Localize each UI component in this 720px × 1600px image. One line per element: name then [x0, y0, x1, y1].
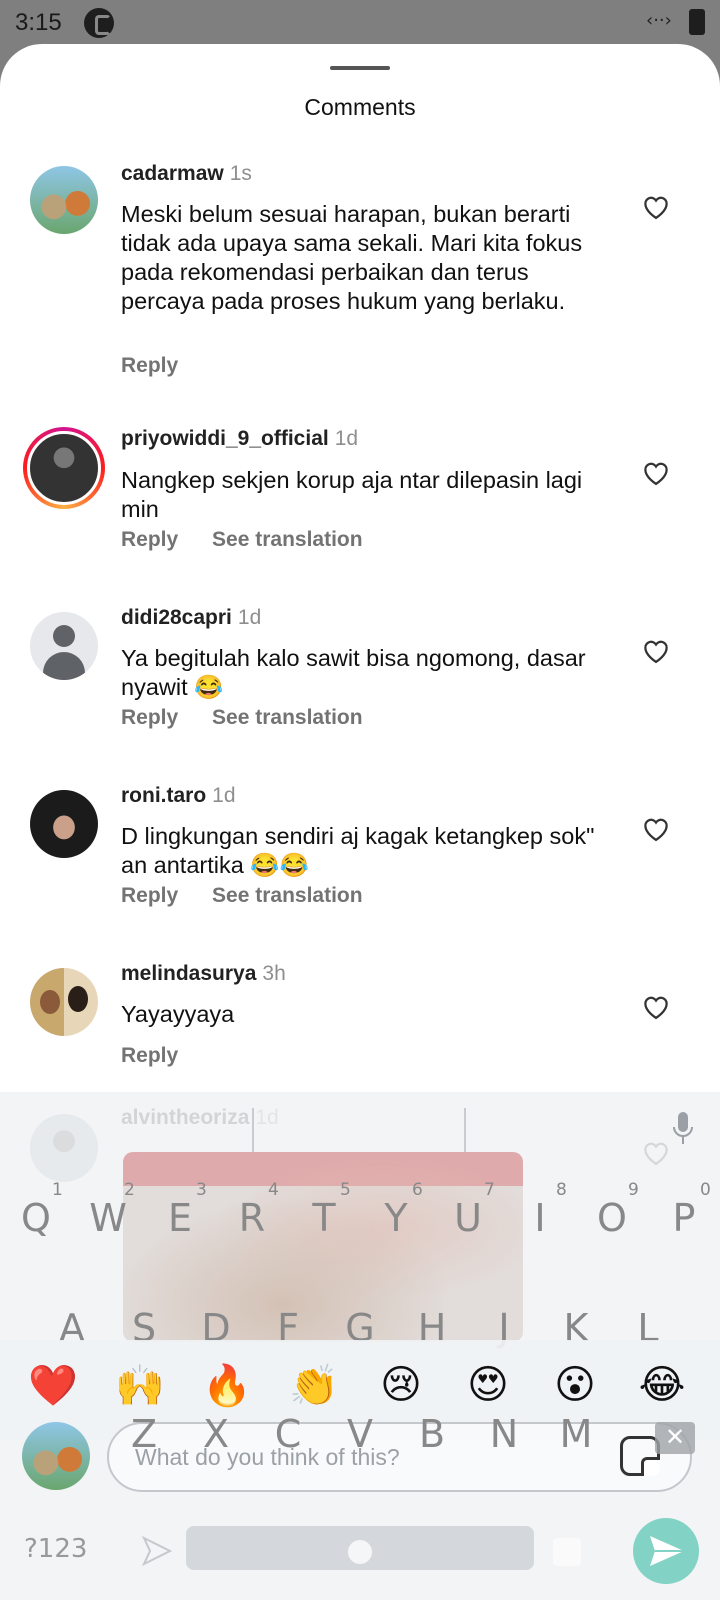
key-y[interactable]: Y	[366, 1196, 426, 1240]
heart-icon[interactable]	[641, 192, 671, 220]
key-r[interactable]: R	[222, 1196, 282, 1240]
avatar[interactable]	[23, 427, 105, 509]
comment-text: Ya begitulah kalo sawit bisa ngomong, da…	[121, 645, 586, 700]
comment-text: Nangkep sekjen korup aja ntar dilepasin …	[121, 467, 583, 522]
see-translation-button[interactable]: See translation	[212, 706, 363, 729]
emoji-heart-button[interactable]: ❤️	[25, 1362, 81, 1409]
emoji-fire-button[interactable]: 🔥	[199, 1362, 255, 1409]
comment-meta: priyowiddi_9_official 1d	[121, 427, 358, 451]
key-c[interactable]: C	[258, 1412, 318, 1456]
send-button[interactable]	[633, 1518, 699, 1584]
reply-button[interactable]: Reply	[121, 884, 178, 907]
key-u[interactable]: U	[438, 1196, 498, 1240]
reply-button[interactable]: Reply	[121, 706, 178, 729]
space-key[interactable]	[186, 1526, 534, 1570]
comment-username[interactable]: roni.taro	[121, 784, 206, 807]
comment-time: 3h	[262, 962, 286, 985]
my-avatar	[22, 1422, 90, 1490]
key-p[interactable]: P	[654, 1196, 714, 1240]
comment-meta: roni.taro 1d	[121, 784, 236, 808]
avatar[interactable]	[30, 968, 98, 1036]
backspace-key[interactable]: ✕	[655, 1422, 695, 1454]
key-i[interactable]: I	[510, 1196, 570, 1240]
key-n[interactable]: N	[474, 1412, 534, 1456]
comment-meta: cadarmaw 1s	[121, 162, 252, 186]
emoji-crying-button[interactable]: 😢	[373, 1362, 429, 1408]
emoji-heart-eyes-button[interactable]: 😍	[460, 1362, 516, 1408]
battery-icon	[689, 9, 705, 35]
comment-text: D lingkungan sendiri aj kagak ketangkep …	[121, 823, 595, 878]
comment-time: 1d	[237, 606, 262, 629]
comment-username[interactable]: priyowiddi_9_official	[121, 427, 329, 450]
keyboard-divider	[252, 1108, 254, 1152]
drag-handle[interactable]	[330, 66, 390, 70]
comment-text: Yayayyaya	[121, 1001, 235, 1027]
comment-actions: Reply See translation	[121, 884, 391, 908]
sheet-title: Comments	[304, 94, 416, 120]
key-m[interactable]: M	[546, 1412, 606, 1456]
emoji-clap-button[interactable]: 👏	[286, 1362, 342, 1409]
comment-username[interactable]: didi28capri	[121, 606, 232, 629]
reply-button[interactable]: Reply	[121, 1044, 178, 1067]
comment-meta: didi28capri 1d	[121, 606, 261, 630]
period-key[interactable]	[553, 1538, 581, 1566]
avatar[interactable]	[30, 790, 98, 858]
comment-actions: Reply	[121, 354, 206, 378]
see-translation-button[interactable]: See translation	[212, 884, 363, 907]
symbols-key[interactable]: ?123	[24, 1534, 87, 1564]
key-t[interactable]: T	[294, 1196, 354, 1240]
reply-button[interactable]: Reply	[121, 528, 178, 551]
comment-meta: melindasurya 3h	[121, 962, 286, 986]
gif-key-icon[interactable]	[140, 1534, 174, 1568]
comment-text: Meski belum sesuai harapan, bukan berart…	[121, 201, 583, 314]
keyboard-bottom-row: ?123	[0, 1500, 720, 1600]
gif-preview-image[interactable]	[123, 1152, 523, 1342]
key-b[interactable]: B	[402, 1412, 462, 1456]
key-o[interactable]: O	[582, 1196, 642, 1240]
status-bar: 3:15 ‹··›	[0, 0, 720, 44]
key-x[interactable]: X	[186, 1412, 246, 1456]
reply-button[interactable]: Reply	[121, 354, 178, 377]
comment-actions: Reply See translation	[121, 706, 391, 730]
key-e[interactable]: E	[150, 1196, 210, 1240]
default-avatar-icon[interactable]	[30, 612, 98, 680]
app-notification-icon	[84, 8, 114, 38]
status-time: 3:15	[15, 9, 62, 36]
sticker-icon[interactable]	[620, 1436, 660, 1476]
data-signal-icon: ‹··›	[646, 10, 672, 31]
keyboard-divider	[464, 1108, 466, 1152]
key-z[interactable]: Z	[114, 1412, 174, 1456]
comment-actions: Reply	[121, 1044, 206, 1068]
heart-icon[interactable]	[641, 636, 671, 664]
emoji-laughing-button[interactable]: 😂	[634, 1362, 690, 1408]
see-translation-button[interactable]: See translation	[212, 528, 363, 551]
heart-icon[interactable]	[641, 992, 671, 1020]
avatar[interactable]	[30, 166, 98, 234]
comment-time: 1s	[229, 162, 252, 185]
key-q[interactable]: Q	[6, 1196, 66, 1240]
comment-time: 1d	[334, 427, 359, 450]
heart-icon[interactable]	[641, 458, 671, 486]
comment-time: 1d	[212, 784, 236, 807]
comment-actions: Reply See translation	[121, 528, 391, 552]
key-v[interactable]: V	[330, 1412, 390, 1456]
key-w[interactable]: W	[78, 1196, 138, 1240]
heart-icon[interactable]	[641, 814, 671, 842]
comment-username[interactable]: cadarmaw	[121, 162, 224, 185]
comment-username[interactable]: melindasurya	[121, 962, 256, 985]
send-icon	[650, 1536, 684, 1566]
mic-icon[interactable]	[672, 1112, 694, 1146]
emoji-raised-hands-button[interactable]: 🙌	[112, 1362, 168, 1409]
emoji-surprised-button[interactable]: 😮	[547, 1362, 603, 1408]
